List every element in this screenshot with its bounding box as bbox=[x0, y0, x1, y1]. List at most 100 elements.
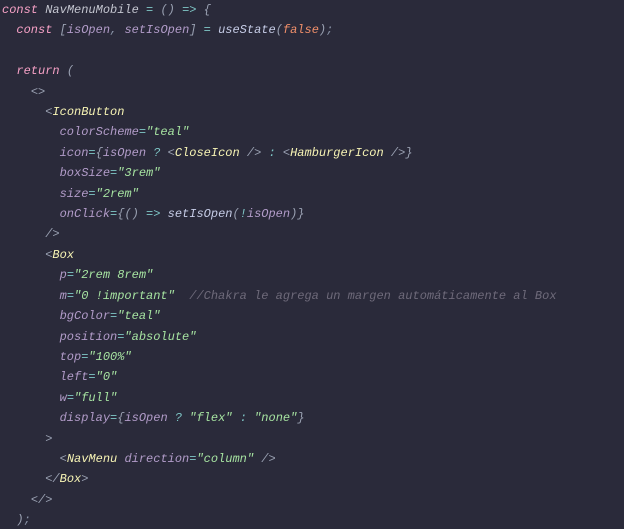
tok-brak: ( bbox=[232, 207, 239, 221]
tok-pn bbox=[52, 23, 59, 37]
tok-str: "3rem" bbox=[117, 166, 160, 180]
code-line: const NavMenuMobile = () => { bbox=[2, 0, 618, 20]
tok-str: "teal" bbox=[146, 125, 189, 139]
tok-pn bbox=[2, 268, 60, 282]
tok-pn bbox=[196, 23, 203, 37]
tok-pn bbox=[139, 207, 146, 221]
tok-pn bbox=[60, 64, 67, 78]
tok-brak: </ bbox=[31, 493, 45, 507]
tok-op: => bbox=[182, 3, 196, 17]
tok-brak: < bbox=[283, 146, 290, 160]
tok-fn: setIsOpen bbox=[168, 207, 233, 221]
tok-str: "100%" bbox=[88, 350, 131, 364]
tok-attr: position bbox=[60, 330, 118, 344]
tok-brak: { bbox=[204, 3, 211, 17]
tok-kw: const bbox=[16, 23, 52, 37]
tok-op: = bbox=[88, 146, 95, 160]
tok-op: ! bbox=[240, 207, 247, 221]
code-line: <NavMenu direction="column" /> bbox=[2, 449, 618, 469]
tok-pn bbox=[2, 411, 60, 425]
tok-pn bbox=[196, 3, 203, 17]
tok-idb: isOpen bbox=[247, 207, 290, 221]
code-block: const NavMenuMobile = () => { const [isO… bbox=[0, 0, 624, 529]
tok-idb: isOpen bbox=[124, 411, 167, 425]
tok-pn bbox=[2, 432, 45, 446]
tok-brak: } bbox=[297, 411, 304, 425]
tok-op: ? bbox=[175, 411, 182, 425]
tok-op: : bbox=[240, 411, 247, 425]
tok-brak: < bbox=[60, 452, 67, 466]
tok-pn bbox=[2, 125, 60, 139]
tok-op: = bbox=[204, 23, 211, 37]
tok-op: = bbox=[139, 125, 146, 139]
tok-pn bbox=[2, 248, 45, 262]
code-line: onClick={() => setIsOpen(!isOpen)} bbox=[2, 204, 618, 224]
tok-attr: colorScheme bbox=[60, 125, 139, 139]
tok-idb: setIsOpen bbox=[124, 23, 189, 37]
tok-brak: ( bbox=[276, 23, 283, 37]
tok-str: "0 !important" bbox=[74, 289, 175, 303]
tok-id: NavMenuMobile bbox=[45, 3, 139, 17]
tok-attr: icon bbox=[60, 146, 89, 160]
code-line: size="2rem" bbox=[2, 184, 618, 204]
tok-jsx: NavMenu bbox=[67, 452, 117, 466]
tok-op: = bbox=[88, 187, 95, 201]
tok-str: "flex" bbox=[189, 411, 232, 425]
tok-pn bbox=[2, 23, 16, 37]
tok-kw: const bbox=[2, 3, 38, 17]
tok-pn bbox=[160, 146, 167, 160]
tok-cmt: Chakra le agrega un margen automáticamen… bbox=[204, 289, 557, 303]
tok-pn bbox=[2, 452, 60, 466]
tok-op: => bbox=[146, 207, 160, 221]
tok-brak: /> bbox=[261, 452, 275, 466]
tok-pn bbox=[211, 23, 218, 37]
tok-pn bbox=[2, 472, 45, 486]
code-line: colorScheme="teal" bbox=[2, 122, 618, 142]
code-line: display={isOpen ? "flex" : "none"} bbox=[2, 408, 618, 428]
tok-str: "2rem" bbox=[96, 187, 139, 201]
code-line: > bbox=[2, 429, 618, 449]
tok-bool: false bbox=[283, 23, 319, 37]
tok-str: "2rem 8rem" bbox=[74, 268, 153, 282]
tok-idb: isOpen bbox=[103, 146, 146, 160]
tok-str: "none" bbox=[254, 411, 297, 425]
tok-brak: { bbox=[96, 146, 103, 160]
tok-brak: } bbox=[405, 146, 412, 160]
tok-pn bbox=[2, 85, 31, 99]
tok-brak: > bbox=[45, 493, 52, 507]
tok-pn: ; bbox=[24, 513, 31, 527]
tok-attr: top bbox=[60, 350, 82, 364]
tok-attr: onClick bbox=[60, 207, 110, 221]
tok-pn bbox=[2, 105, 45, 119]
tok-pn bbox=[240, 146, 247, 160]
tok-brak: [ bbox=[60, 23, 67, 37]
code-line: bgColor="teal" bbox=[2, 306, 618, 326]
tok-brak: < bbox=[31, 85, 38, 99]
code-line: <> bbox=[2, 82, 618, 102]
tok-attr: bgColor bbox=[60, 309, 110, 323]
tok-str: "column" bbox=[196, 452, 254, 466]
tok-op: = bbox=[67, 289, 74, 303]
code-line: position="absolute" bbox=[2, 327, 618, 347]
tok-str: "teal" bbox=[117, 309, 160, 323]
tok-pn bbox=[139, 3, 146, 17]
tok-brak: > bbox=[81, 472, 88, 486]
tok-pn bbox=[168, 411, 175, 425]
tok-attr: p bbox=[60, 268, 67, 282]
code-line: <IconButton bbox=[2, 102, 618, 122]
tok-pn bbox=[2, 64, 16, 78]
tok-brak: > bbox=[38, 85, 45, 99]
code-line: top="100%" bbox=[2, 347, 618, 367]
tok-pn bbox=[2, 309, 60, 323]
tok-brak: } bbox=[297, 207, 304, 221]
tok-op: = bbox=[88, 370, 95, 384]
tok-pn bbox=[160, 207, 167, 221]
tok-pn bbox=[2, 187, 60, 201]
code-line: return ( bbox=[2, 61, 618, 81]
tok-attr: direction bbox=[124, 452, 189, 466]
tok-pn bbox=[2, 207, 60, 221]
tok-brak: () bbox=[160, 3, 174, 17]
tok-pn bbox=[2, 227, 45, 241]
tok-op: = bbox=[67, 391, 74, 405]
tok-brak: </ bbox=[45, 472, 59, 486]
